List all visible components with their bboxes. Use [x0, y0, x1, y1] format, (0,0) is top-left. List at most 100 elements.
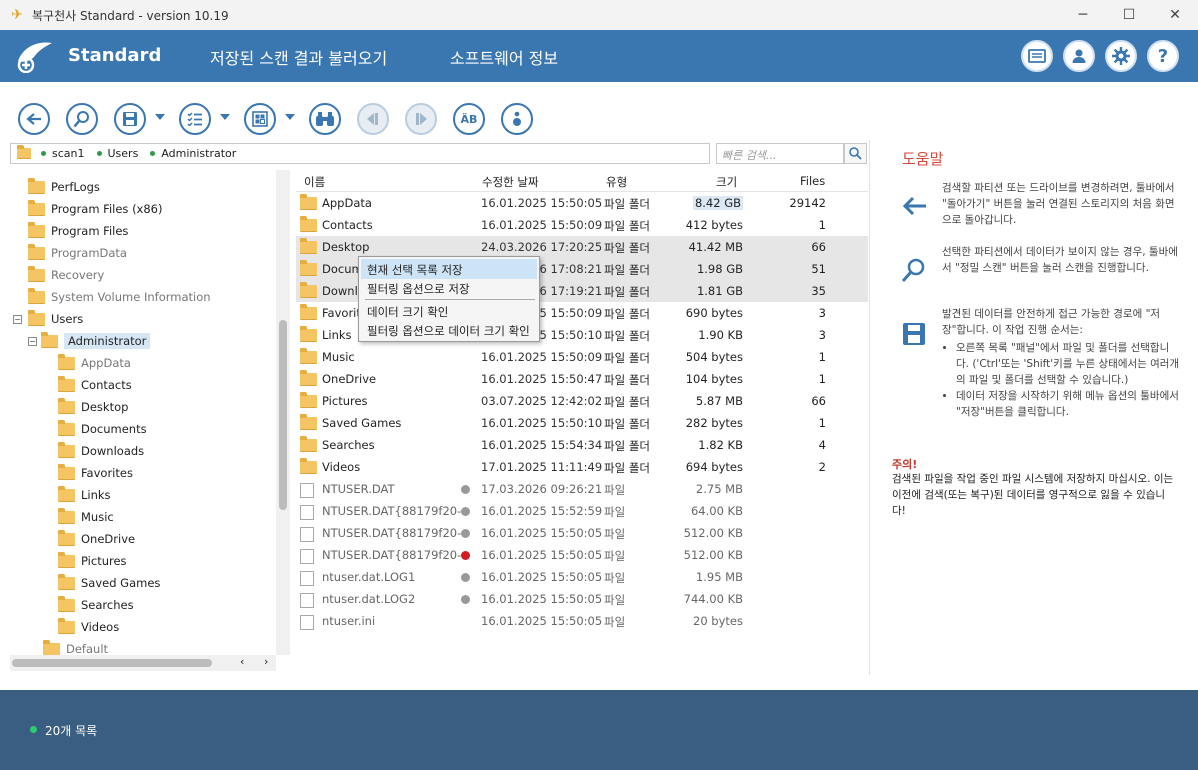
menu-check-size-with-filter[interactable]: 필터링 옵션으로 데이터 크기 확인 [361, 320, 537, 340]
breadcrumb-item[interactable]: Administrator [150, 147, 236, 160]
save-button[interactable] [114, 103, 146, 135]
folder-icon [300, 348, 317, 364]
tree-item[interactable]: Desktop [58, 396, 128, 418]
back-button[interactable] [18, 103, 50, 135]
gear-icon [1112, 47, 1130, 65]
back-icon [26, 113, 41, 125]
folder-icon [58, 507, 75, 524]
tree-item[interactable]: Music [58, 506, 114, 528]
tree-item[interactable]: Program Files [28, 220, 128, 242]
close-button[interactable]: ✕ [1152, 0, 1198, 30]
table-row[interactable]: ntuser.ini 16.01.2025 15:50:05 파일 20 bytes [296, 610, 868, 632]
tree-item[interactable]: AppData [58, 352, 131, 374]
row-type: 파일 폴더 [604, 439, 650, 453]
table-row[interactable]: NTUSER.DAT 17.03.2026 09:26:21 파일 2.75 MB [296, 478, 868, 500]
help-button[interactable]: ? [1147, 40, 1179, 72]
tree-item-users[interactable]: − Users [13, 308, 83, 330]
find-button[interactable] [309, 103, 341, 135]
breadcrumb-item[interactable]: scan1 [41, 147, 85, 160]
tree-horizontal-scrollbar[interactable]: ‹ › [10, 655, 276, 671]
help-text-back: 검색할 파티션 또는 드라이브를 변경하려면, 툴바에서 "돌아가기" 버튼을 … [942, 182, 1175, 226]
table-row[interactable]: ntuser.dat.LOG1 16.01.2025 15:50:05 파일 1.95… [296, 566, 868, 588]
tree-vertical-scrollbar[interactable] [276, 170, 290, 655]
license-button[interactable] [1021, 40, 1053, 72]
file-icon [300, 527, 314, 542]
tree-item[interactable]: Favorites [58, 462, 133, 484]
row-files: 3 [818, 328, 826, 342]
row-name: Pictures [322, 394, 368, 408]
folder-icon [300, 370, 317, 386]
search-button[interactable] [844, 143, 867, 164]
menu-save-selection[interactable]: 현재 선택 목록 저장 [361, 259, 537, 279]
column-name[interactable]: 이름 [304, 174, 325, 190]
column-type[interactable]: 유형 [606, 174, 627, 190]
table-row[interactable]: NTUSER.DAT{88179f20-d... 16.01.2025 15:50… [296, 544, 868, 566]
maximize-button[interactable]: ☐ [1106, 0, 1152, 30]
scrollbar-thumb[interactable] [279, 320, 287, 510]
search-icon [849, 147, 862, 160]
tree-item[interactable]: Documents [58, 418, 147, 440]
table-row[interactable]: NTUSER.DAT{88179f20-d... 16.01.2025 15:52… [296, 500, 868, 522]
tree-item[interactable]: Recovery [28, 264, 104, 286]
scroll-right-icon[interactable]: › [264, 655, 268, 668]
table-row[interactable]: Saved Games 16.01.2025 15:50:10 파일 폴더 282 b… [296, 412, 868, 434]
minimize-button[interactable]: ─ [1060, 0, 1106, 30]
row-date: 16.01.2025 15:50:09 [481, 350, 603, 364]
save-dropdown-arrow[interactable] [155, 114, 165, 120]
tree-item-administrator[interactable]: − Administrator [28, 330, 151, 352]
scroll-left-icon[interactable]: ‹ [240, 655, 244, 668]
tree-item[interactable]: Program Files (x86) [28, 198, 162, 220]
deep-scan-button[interactable] [66, 103, 98, 135]
rename-button[interactable]: ÄB [453, 103, 485, 135]
table-row[interactable]: OneDrive 16.01.2025 15:50:47 파일 폴더 104 byte… [296, 368, 868, 390]
folder-icon [58, 551, 75, 568]
column-date[interactable]: 수정한 날짜 [482, 174, 539, 190]
user-button[interactable] [1063, 40, 1095, 72]
menu-save-with-filter[interactable]: 필터링 옵션으로 저장 [361, 278, 537, 298]
tree-item[interactable]: OneDrive [58, 528, 135, 550]
column-files[interactable]: Files [800, 174, 825, 188]
breadcrumb-item[interactable]: Users [96, 147, 138, 160]
tree-item[interactable]: Links [58, 484, 111, 506]
tree-item-label: Default [66, 642, 109, 656]
tree-item[interactable]: Saved Games [58, 572, 160, 594]
tree-item[interactable]: Contacts [58, 374, 132, 396]
info-button[interactable] [501, 103, 533, 135]
tree-item[interactable]: PerfLogs [28, 176, 100, 198]
table-row[interactable]: Searches 16.01.2025 15:54:34 파일 폴더 1.82 KB 4 [296, 434, 868, 456]
row-files: 1 [818, 372, 826, 386]
row-files: 4 [818, 438, 826, 452]
settings-button[interactable] [1105, 40, 1137, 72]
breadcrumb-label: Administrator [161, 147, 237, 160]
table-row[interactable]: Contacts 16.01.2025 15:50:09 파일 폴더 412 byte… [296, 214, 868, 236]
tree-item[interactable]: Pictures [58, 550, 127, 572]
next-button[interactable] [405, 103, 437, 135]
table-row[interactable]: Videos 17.01.2025 11:11:49 파일 폴더 694 bytes 2 [296, 456, 868, 478]
prev-button[interactable] [357, 103, 389, 135]
view-dropdown-arrow[interactable] [285, 114, 295, 120]
scrollbar-thumb[interactable] [12, 659, 212, 667]
table-row[interactable]: Music 16.01.2025 15:50:09 파일 폴더 504 bytes 1 [296, 346, 868, 368]
tree-item[interactable]: System Volume Information [28, 286, 211, 308]
row-date: 16.01.2025 15:54:34 [481, 438, 603, 452]
table-row[interactable]: Pictures 03.07.2025 12:42:02 파일 폴더 5.87 MB 6… [296, 390, 868, 412]
tree-item[interactable]: Searches [58, 594, 134, 616]
view-button[interactable] [244, 103, 276, 135]
list-options-button[interactable] [179, 103, 211, 135]
collapse-icon[interactable]: − [13, 314, 22, 324]
tree-item[interactable]: ProgramData [28, 242, 127, 264]
search-input[interactable]: 빠른 검색... [716, 143, 844, 164]
tree-item[interactable]: Downloads [58, 440, 144, 462]
collapse-icon[interactable]: − [28, 336, 37, 346]
table-row[interactable]: Desktop 24.03.2026 17:20:25 파일 폴더 41.42 MB 6… [296, 236, 868, 258]
table-row[interactable]: AppData 16.01.2025 15:50:05 파일 폴더 8.42 GB 29… [296, 192, 868, 214]
list-options-dropdown-arrow[interactable] [220, 114, 230, 120]
folder-icon [300, 304, 317, 320]
tree-item[interactable]: Videos [58, 616, 119, 638]
column-size[interactable]: 크기 [716, 174, 737, 190]
nav-software-info[interactable]: 소프트웨어 정보 [450, 45, 558, 69]
table-row[interactable]: NTUSER.DAT{88179f20-d... 16.01.2025 15:50… [296, 522, 868, 544]
nav-load-scan[interactable]: 저장된 스캔 결과 불러오기 [210, 45, 387, 69]
table-row[interactable]: ntuser.dat.LOG2 16.01.2025 15:50:05 파일 744.… [296, 588, 868, 610]
menu-check-size[interactable]: 데이터 크기 확인 [361, 301, 537, 321]
